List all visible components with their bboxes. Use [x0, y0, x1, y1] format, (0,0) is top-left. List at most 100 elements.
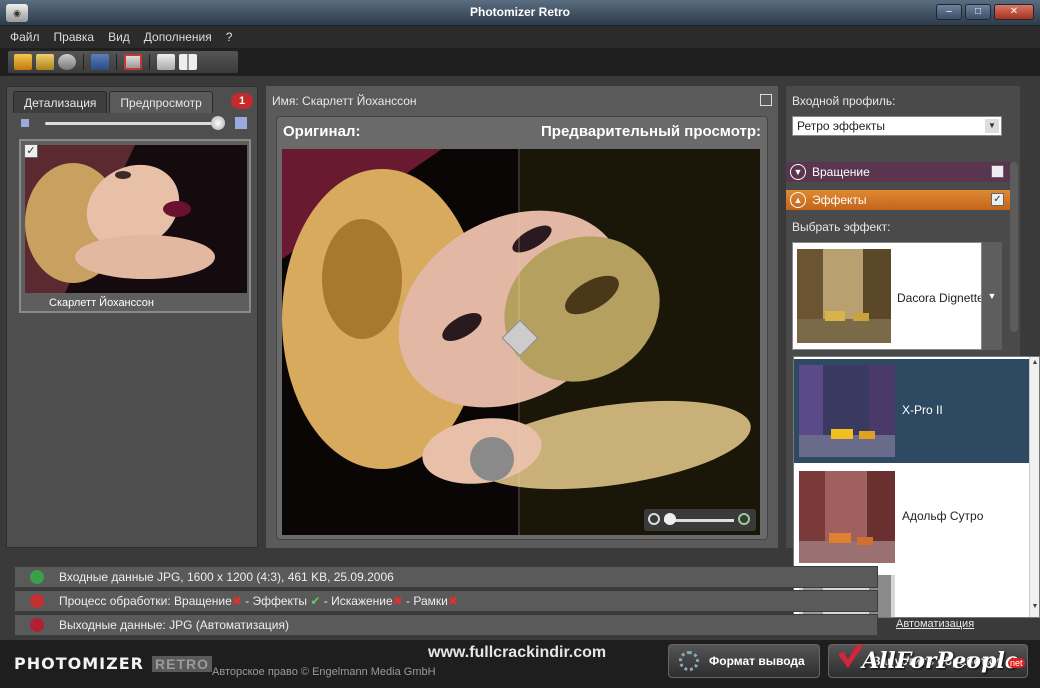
process-icon: [15, 591, 59, 611]
save-icon[interactable]: [91, 54, 109, 70]
chevron-down-icon[interactable]: ▼: [982, 242, 1002, 350]
rotation-checkbox[interactable]: [991, 165, 1004, 178]
profile-select[interactable]: Ретро эффекты ▼: [792, 116, 1002, 136]
title-bar: ◉ Photomizer Retro – □ ✕: [0, 0, 1040, 26]
input-info-row: Входные данные JPG, 1600 x 1200 (4:3), 4…: [14, 566, 878, 588]
xpro-thumbnail: [799, 365, 895, 457]
output-info-text: Выходные данные: JPG (Автоматизация): [59, 618, 289, 632]
process-frames: - Рамки: [402, 594, 448, 608]
thumb-size-slider[interactable]: [15, 115, 251, 131]
check-icon: ✔: [310, 594, 321, 608]
thumbnail-caption: Скарлетт Йоханссон: [49, 297, 154, 309]
zoom-control: [644, 509, 756, 531]
effect-option-label: Адольф Сутро: [902, 509, 984, 523]
image-thumbnail[interactable]: ✓ Скарлетт Йоханссон: [19, 139, 251, 313]
process-effects: - Эффекты: [241, 594, 308, 608]
tab-details[interactable]: Детализация: [13, 91, 108, 113]
cross-icon: ✖: [231, 594, 242, 608]
watermark-net-badge: net: [1008, 658, 1025, 668]
selected-effect-name: Dacora Dignette: [897, 291, 981, 305]
minimize-button[interactable]: –: [936, 4, 962, 20]
zoom-knob[interactable]: [664, 513, 676, 525]
delete-icon[interactable]: [124, 54, 142, 70]
preview-frame: Оригинал: Предварительный просмотр:: [276, 116, 768, 540]
street-thumbnail: [797, 249, 891, 343]
collapse-chevron-icon[interactable]: ▲: [790, 192, 806, 208]
profile-value: Ретро эффекты: [797, 119, 885, 133]
menu-addons[interactable]: Дополнения: [144, 30, 212, 44]
output-format-label: Формат вывода: [709, 654, 805, 668]
menu-help[interactable]: ?: [226, 30, 233, 44]
slider-knob[interactable]: [211, 116, 225, 130]
output-arrow-icon: [15, 615, 59, 635]
cross-icon: ✖: [447, 594, 458, 608]
input-info-text: Входные данные JPG, 1600 x 1200 (4:3), 4…: [59, 570, 394, 584]
portrait-thumbnail: [25, 145, 247, 293]
input-arrow-icon: [15, 567, 59, 587]
effects-checkbox[interactable]: ✓: [991, 193, 1004, 206]
section-effects-label: Эффекты: [812, 193, 867, 207]
thumbnail-image: [25, 145, 247, 293]
profile-label: Входной профиль:: [792, 94, 896, 108]
pick-effect-label: Выбрать эффект:: [792, 220, 891, 234]
large-size-icon: [235, 117, 247, 129]
dropdown-scrollbar[interactable]: ▲ ▼: [1029, 357, 1039, 617]
maximize-button[interactable]: □: [965, 4, 991, 20]
cross-icon: ✖: [392, 594, 403, 608]
zoom-in-icon[interactable]: [738, 513, 750, 525]
menu-view[interactable]: Вид: [108, 30, 130, 44]
toolbar-group: [8, 51, 238, 73]
open-image-icon[interactable]: [14, 54, 32, 70]
zoom-out-icon[interactable]: [648, 513, 660, 525]
left-tabs: Детализация Предпросмотр: [13, 91, 213, 113]
scroll-down-icon[interactable]: ▼: [1031, 603, 1039, 613]
original-label: Оригинал:: [283, 123, 361, 140]
close-button[interactable]: ✕: [994, 4, 1034, 20]
toolbar-separator: [149, 54, 150, 70]
tab-preview[interactable]: Предпросмотр: [109, 91, 213, 113]
split-view-icon[interactable]: [179, 54, 197, 70]
allforpeople-watermark: AllForPeople: [862, 648, 1019, 674]
site-watermark: www.fullcrackindir.com: [428, 644, 607, 661]
section-rotation[interactable]: ▼ Вращение: [786, 162, 1010, 182]
left-panel: Детализация Предпросмотр 1 ✓ Скарлетт Йо…: [6, 86, 258, 548]
toolbar-separator: [83, 54, 84, 70]
process-distort: - Искажение: [320, 594, 393, 608]
expand-chevron-icon[interactable]: ▼: [790, 164, 806, 180]
preview-label: Предварительный просмотр:: [541, 123, 761, 140]
output-format-button[interactable]: Формат вывода: [668, 644, 820, 678]
single-view-icon[interactable]: [157, 54, 175, 70]
output-info-row: Выходные данные: JPG (Автоматизация): [14, 614, 878, 636]
toolbar: [0, 48, 1040, 76]
process-info-text: Процесс обработки: Вращение✖ - Эффекты ✔…: [59, 594, 458, 608]
toolbar-separator: [116, 54, 117, 70]
effect-thumbnail: [797, 249, 891, 343]
effect-select[interactable]: Dacora Dignette: [792, 242, 982, 350]
menu-file[interactable]: Файл: [10, 30, 40, 44]
count-badge: 1: [231, 93, 253, 109]
expand-icon[interactable]: [760, 94, 772, 106]
right-scrollbar[interactable]: [1010, 162, 1018, 332]
open-folder-icon[interactable]: [36, 54, 54, 70]
process-rotation: Процесс обработки: Вращение: [59, 594, 232, 608]
effect-option-image: [799, 471, 895, 563]
window-title: Photomizer Retro: [469, 5, 570, 19]
copyright-text: Авторское право © Engelmann Media GmbH: [212, 666, 436, 678]
section-effects[interactable]: ▲ Эффекты ✓: [786, 190, 1010, 210]
window-controls: – □ ✕: [936, 4, 1034, 20]
process-info-row: Процесс обработки: Вращение✖ - Эффекты ✔…: [14, 590, 878, 612]
thumbnail-checkbox[interactable]: ✓: [24, 144, 38, 158]
sutro-thumbnail: [799, 471, 895, 563]
effect-option[interactable]: X-Pro II: [794, 359, 1030, 463]
search-icon[interactable]: [58, 54, 76, 70]
effect-option[interactable]: Адольф Сутро: [794, 465, 1030, 569]
preview-photo[interactable]: [282, 149, 760, 535]
automation-link[interactable]: Автоматизация: [896, 618, 974, 630]
image-name: Имя: Скарлетт Йоханссон: [272, 94, 417, 108]
gear-icon: [679, 651, 699, 671]
brand-logo: PHOTOMIZER: [14, 654, 144, 673]
slider-track[interactable]: [45, 122, 215, 125]
menu-edit[interactable]: Правка: [54, 30, 95, 44]
chevron-down-icon[interactable]: ▼: [985, 119, 999, 133]
scroll-up-icon[interactable]: ▲: [1031, 359, 1039, 369]
